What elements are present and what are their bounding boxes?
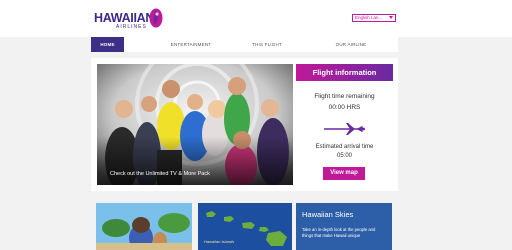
language-select[interactable]: English Lan...	[352, 14, 396, 22]
promo-image	[97, 64, 293, 185]
airplane-icon	[324, 123, 365, 135]
chevron-down-icon	[389, 16, 393, 19]
promo-carousel[interactable]: Check out the Unlimited TV & More Pack	[97, 64, 293, 185]
estimated-arrival-value: 05:00	[336, 153, 352, 159]
estimated-arrival-label: Estimated arrival time	[315, 144, 374, 150]
tile-hawaiian-skies[interactable]: Hawaiian Skies Take an in-depth look at …	[296, 203, 392, 250]
nav-item-our-airline[interactable]: OUR AIRLINE	[319, 37, 383, 52]
header: HAWAIIAN AIRLINES English Lan...	[0, 0, 512, 37]
language-select-value: English Lan...	[355, 15, 383, 20]
carousel-dots	[185, 183, 203, 185]
nav-item-entertainment[interactable]: ENTERTAINMENT	[156, 37, 226, 52]
hawaiian-skies-title: Hawaiian Skies	[302, 210, 354, 219]
flight-info-title: Flight information	[296, 64, 393, 81]
hawaiian-airlines-logo[interactable]: HAWAIIAN AIRLINES	[94, 8, 174, 32]
view-map-button[interactable]: View map	[323, 167, 365, 180]
nav-item-this-flight[interactable]: THIS FLIGHT	[236, 37, 298, 52]
main-nav: HOME ENTERTAINMENT THIS FLIGHT OUR AIRLI…	[91, 37, 398, 52]
tile-kids-movie[interactable]	[96, 203, 192, 250]
carousel-caption[interactable]: Check out the Unlimited TV & More Pack	[110, 171, 210, 177]
map-label: Hawaiian Islands	[204, 239, 235, 244]
tile-hawaii-map[interactable]: Hawaiian Islands	[198, 203, 292, 250]
hero-card: Check out the Unlimited TV & More Pack F…	[91, 58, 398, 191]
flight-time-remaining-value: 00:00 HRS	[328, 104, 361, 111]
pualani-logo-icon	[149, 8, 163, 28]
flight-info-panel: Flight information Flight time remaining…	[296, 64, 393, 185]
nav-item-home[interactable]: HOME	[91, 37, 124, 52]
logo-subtitle: AIRLINES	[116, 24, 147, 30]
hawaiian-skies-description: Take an in-depth look at the people and …	[302, 227, 376, 238]
tile-kids-movie-image	[96, 203, 192, 250]
logo-wordmark: HAWAIIAN	[94, 11, 155, 25]
flight-time-remaining-label: Flight time remaining	[314, 93, 375, 100]
